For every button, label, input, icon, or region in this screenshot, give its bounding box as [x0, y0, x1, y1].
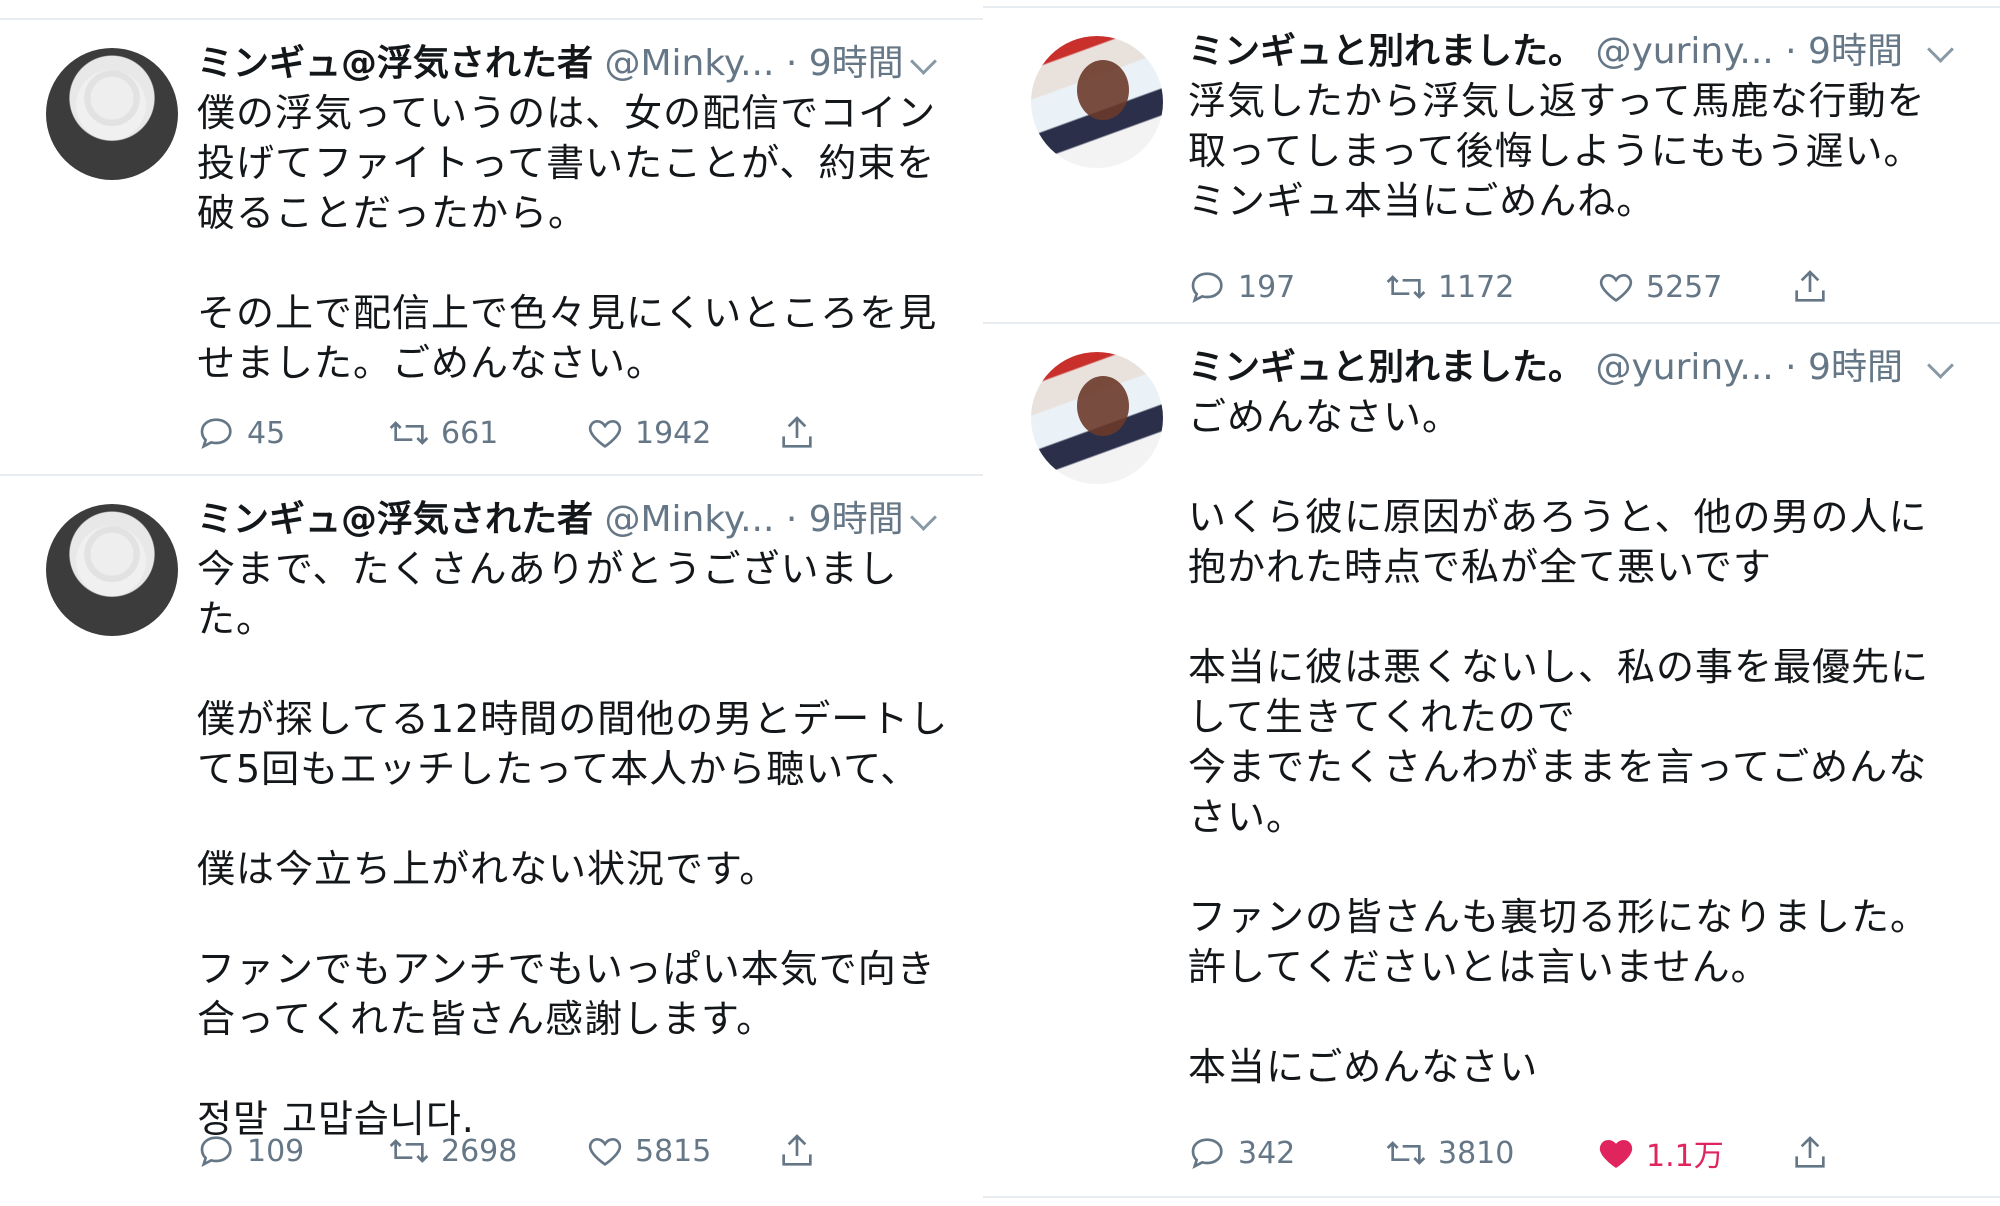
- user-handle[interactable]: @yuriny...: [1595, 347, 1773, 388]
- like-button[interactable]: 5257: [1596, 264, 1722, 310]
- display-name[interactable]: ミンギュと別れました。: [1188, 31, 1584, 72]
- share-button[interactable]: [777, 1128, 827, 1174]
- retweet-count: 3810: [1438, 1135, 1515, 1171]
- tweet-card[interactable]: ミンギュと別れました。 @yuriny... · 9時間 浮気したから浮気し返す…: [983, 8, 2000, 322]
- display-name[interactable]: ミンギュ@浮気された者: [197, 43, 593, 84]
- reply-icon: [1191, 1138, 1223, 1170]
- reply-count: 342: [1238, 1135, 1296, 1171]
- avatar[interactable]: [46, 504, 178, 636]
- timestamp[interactable]: · 9時間: [1785, 31, 1903, 72]
- like-icon: [1599, 1139, 1633, 1168]
- like-icon: [588, 419, 622, 448]
- display-name[interactable]: ミンギュと別れました。: [1188, 347, 1584, 388]
- retweet-count: 1172: [1438, 269, 1515, 305]
- like-button[interactable]: 1942: [585, 410, 711, 456]
- chevron-down-icon[interactable]: [910, 48, 937, 75]
- reply-icon: [200, 418, 232, 450]
- retweet-button[interactable]: 1172: [1384, 264, 1514, 310]
- chevron-down-icon[interactable]: [1927, 352, 1954, 379]
- right-column: ミンギュと別れました。 @yuriny... · 9時間 浮気したから浮気し返す…: [983, 0, 2000, 1206]
- avatar[interactable]: [1031, 36, 1163, 168]
- like-button[interactable]: 1.1万: [1596, 1130, 1724, 1176]
- retweet-button[interactable]: 2698: [387, 1128, 517, 1174]
- like-count: 1.1万: [1646, 1139, 1724, 1174]
- tweet-text: 僕の浮気っていうのは、女の配信でコイン 投げてファイトって書いたことが、約束を …: [197, 91, 938, 385]
- user-handle[interactable]: @Minky...: [604, 43, 774, 84]
- tweet-actions: 45 661 1942: [197, 410, 837, 456]
- tweet-card[interactable]: ミンギュと別れました。 @yuriny... · 9時間 ごめんなさい。 いくら…: [983, 324, 2000, 1194]
- chevron-down-icon[interactable]: [1927, 36, 1954, 63]
- reply-button[interactable]: 109: [197, 1128, 304, 1174]
- reply-button[interactable]: 197: [1188, 264, 1295, 310]
- like-count: 5815: [635, 1133, 712, 1169]
- retweet-icon: [1386, 1141, 1426, 1165]
- like-count: 1942: [635, 415, 712, 451]
- retweet-count: 661: [441, 415, 499, 451]
- tweet-card[interactable]: ミンギュ@浮気された者 @Minky... · 9時間 今まで、たくさんありがと…: [0, 476, 983, 1206]
- timestamp[interactable]: · 9時間: [786, 499, 904, 540]
- share-button[interactable]: [1790, 264, 1840, 310]
- share-icon: [782, 416, 812, 448]
- retweet-icon: [1386, 275, 1426, 299]
- like-icon: [1599, 273, 1633, 302]
- reply-count: 197: [1238, 269, 1296, 305]
- like-icon: [588, 1137, 622, 1166]
- reply-icon: [1191, 272, 1223, 304]
- tweet-actions: 197 1172 5257: [1188, 264, 1828, 310]
- reply-count: 109: [247, 1133, 305, 1169]
- like-count: 5257: [1646, 269, 1723, 305]
- retweet-icon: [389, 1139, 429, 1163]
- timestamp[interactable]: · 9時間: [1785, 347, 1903, 388]
- reply-button[interactable]: 342: [1188, 1130, 1295, 1176]
- share-icon: [1795, 270, 1825, 302]
- reply-button[interactable]: 45: [197, 410, 285, 456]
- tweet-text: 今まで、たくさんありがとうございまし た。 僕が探してる12時間の間他の男とデー…: [197, 547, 949, 1141]
- tweet-text: 浮気したから浮気し返すって馬鹿な行動を 取ってしまって後悔しようにももう遅い。 …: [1188, 79, 1926, 223]
- timestamp[interactable]: · 9時間: [786, 43, 904, 84]
- reply-icon: [200, 1136, 232, 1168]
- share-button[interactable]: [1790, 1130, 1840, 1176]
- chevron-down-icon[interactable]: [910, 504, 937, 531]
- retweet-count: 2698: [441, 1133, 518, 1169]
- share-button[interactable]: [777, 410, 827, 456]
- share-icon: [782, 1134, 812, 1166]
- retweet-button[interactable]: 3810: [1384, 1130, 1514, 1176]
- tweet-text: ごめんなさい。 いくら彼に原因があろうと、他の男の人に 抱かれた時点で私が全て悪…: [1188, 395, 1930, 1089]
- avatar[interactable]: [46, 48, 178, 180]
- like-button[interactable]: 5815: [585, 1128, 711, 1174]
- left-column: ミンギュ@浮気された者 @Minky... · 9時間 僕の浮気っていうのは、女…: [0, 0, 983, 1206]
- reply-count: 45: [247, 415, 286, 451]
- tweet-actions: 109 2698 5815: [197, 1128, 837, 1174]
- divider: [983, 1196, 2000, 1198]
- share-icon: [1795, 1136, 1825, 1168]
- tweet-actions: 342 3810 1.1万: [1188, 1130, 1828, 1176]
- display-name[interactable]: ミンギュ@浮気された者: [197, 499, 593, 540]
- tweet-card[interactable]: ミンギュ@浮気された者 @Minky... · 9時間 僕の浮気っていうのは、女…: [0, 20, 983, 472]
- user-handle[interactable]: @Minky...: [604, 499, 774, 540]
- user-handle[interactable]: @yuriny...: [1595, 31, 1773, 72]
- retweet-button[interactable]: 661: [387, 410, 498, 456]
- retweet-icon: [389, 421, 429, 445]
- avatar[interactable]: [1031, 352, 1163, 484]
